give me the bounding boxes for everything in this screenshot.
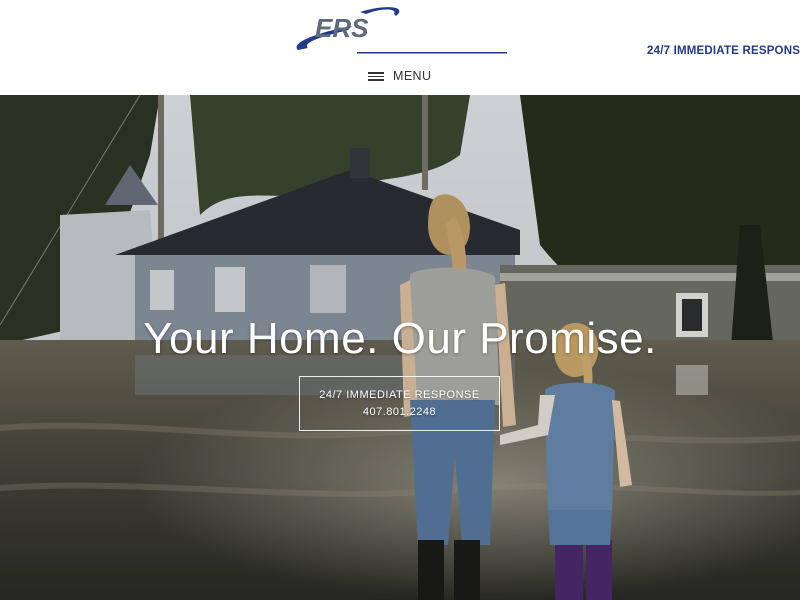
- hamburger-icon: [368, 72, 384, 81]
- menu-label: MENU: [393, 69, 432, 83]
- logo-mark: ERS: [296, 7, 507, 54]
- logo-tagline: 24/7 IMMEDIATE RESPONSE: [647, 45, 800, 57]
- call-now-button[interactable]: 24/7 IMMEDIATE RESPONSE 407.801.2248: [299, 376, 500, 431]
- hero-title: Your Home. Our Promise.: [143, 314, 657, 364]
- logo-wordmark: ERS: [315, 13, 369, 43]
- company-logo[interactable]: ERS 24/7 IMMEDIATE RESPONSE: [290, 4, 800, 57]
- phone-number: 407.801.2248: [362, 405, 437, 418]
- hero-section: Your Home. Our Promise. 24/7 IMMEDIATE R…: [0, 95, 800, 600]
- site-header: ERS 24/7 IMMEDIATE RESPONSE MENU: [0, 0, 800, 95]
- cta-line-1: 24/7 IMMEDIATE RESPONSE: [319, 388, 480, 401]
- menu-toggle-button[interactable]: MENU: [368, 66, 431, 86]
